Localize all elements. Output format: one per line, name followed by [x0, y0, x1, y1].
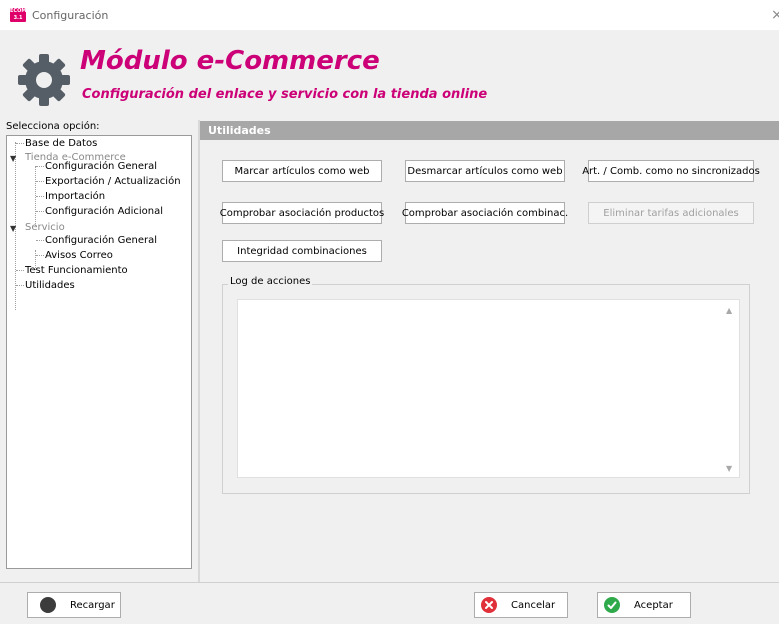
tree-item-base-de-datos[interactable]: Base de Datos — [25, 138, 97, 150]
splitter[interactable] — [198, 120, 200, 582]
tree-item-servicio[interactable]: Servicio — [25, 222, 65, 234]
reload-button[interactable]: Recargar — [27, 592, 121, 618]
cancel-label: Cancelar — [511, 599, 556, 611]
chevron-down-icon[interactable]: ▼ — [10, 154, 16, 163]
check-products-button[interactable]: Comprobar asociación productos — [220, 202, 384, 224]
tree-item-utilidades[interactable]: Utilidades — [25, 280, 75, 292]
app-icon-text: ECOM 3.1 — [10, 8, 27, 21]
tree-item-test[interactable]: Test Funcionamiento — [25, 265, 128, 277]
cancel-icon — [481, 597, 497, 613]
tree-item-servicio-config-general[interactable]: Configuración General — [45, 235, 157, 247]
reload-icon — [40, 597, 56, 613]
page-title: Módulo e-Commerce — [80, 46, 380, 76]
panel-title: Utilidades — [208, 124, 271, 137]
close-icon[interactable]: × — [771, 7, 779, 23]
title-bar — [0, 0, 779, 30]
tree-item-avisos-correo[interactable]: Avisos Correo — [45, 250, 113, 262]
cancel-button[interactable]: Cancelar — [474, 592, 568, 618]
unmark-web-button[interactable]: Desmarcar artículos como web — [405, 160, 565, 182]
footer-separator — [0, 582, 779, 583]
chevron-down-icon[interactable]: ▼ — [10, 224, 16, 233]
window-title: Configuración — [32, 9, 109, 22]
accept-label: Aceptar — [634, 599, 673, 611]
sidebar-label: Selecciona opción: — [6, 121, 100, 132]
options-tree[interactable]: Base de Datos ▼ Tienda e-Commerce Config… — [6, 135, 192, 569]
delete-rates-button[interactable]: Eliminar tarifas adicionales — [588, 202, 754, 224]
scroll-up-icon[interactable]: ▲ — [726, 306, 732, 315]
tree-item-exportacion[interactable]: Exportación / Actualización — [45, 176, 181, 188]
log-textarea[interactable] — [237, 299, 740, 478]
tree-item-importacion[interactable]: Importación — [45, 191, 105, 203]
check-combinations-button[interactable]: Comprobar asociación combinac. — [402, 202, 568, 224]
scroll-down-icon[interactable]: ▼ — [726, 464, 732, 473]
not-synced-button[interactable]: Art. / Comb. como no sincronizados — [582, 160, 760, 182]
gear-icon — [18, 54, 70, 106]
check-icon — [604, 597, 620, 613]
integrity-button[interactable]: Integridad combinaciones — [222, 240, 382, 262]
reload-label: Recargar — [70, 599, 115, 611]
log-label: Log de acciones — [228, 276, 313, 287]
accept-button[interactable]: Aceptar — [597, 592, 691, 618]
panel-header — [200, 121, 779, 140]
tree-item-config-adicional[interactable]: Configuración Adicional — [45, 206, 163, 218]
mark-web-button[interactable]: Marcar artículos como web — [222, 160, 382, 182]
tree-item-tienda-config-general[interactable]: Configuración General — [45, 161, 157, 173]
page-subtitle: Configuración del enlace y servicio con … — [82, 87, 488, 102]
